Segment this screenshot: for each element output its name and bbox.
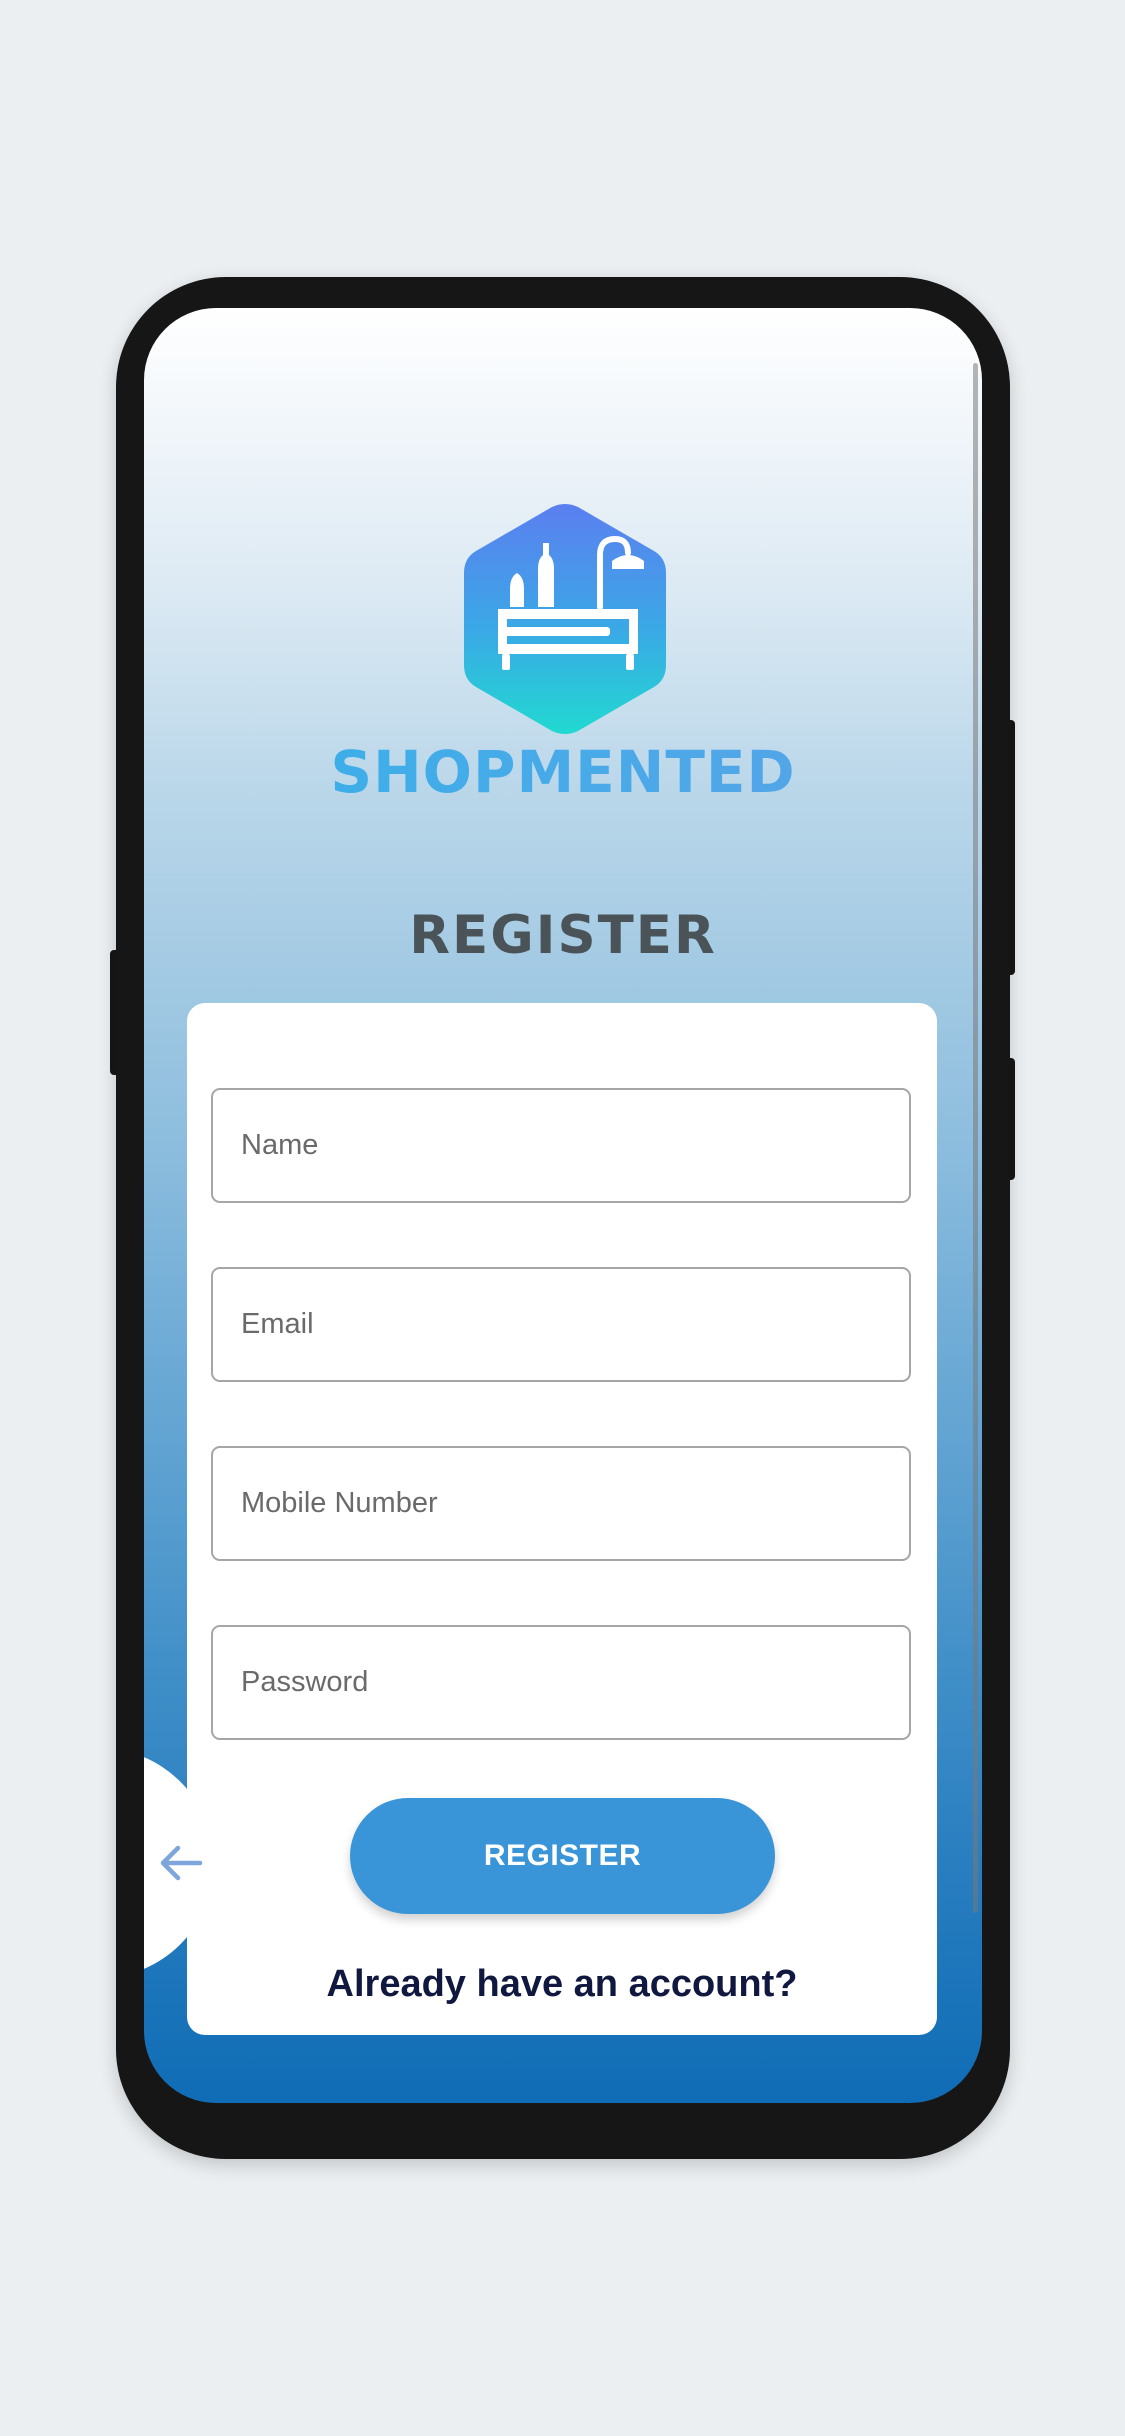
canvas: SHOPMENTED REGISTER REGISTER Already hav… — [0, 0, 1125, 2436]
register-button[interactable]: REGISTER — [350, 1798, 775, 1914]
furniture-hexagon-logo-icon — [464, 504, 666, 734]
arrow-left-icon — [160, 1845, 203, 1881]
login-link[interactable]: Already have an account? — [187, 1963, 937, 2006]
email-input[interactable] — [239, 1307, 909, 1342]
email-field[interactable] — [211, 1267, 911, 1382]
brand-name: SHOPMENTED — [144, 738, 982, 806]
password-input[interactable] — [239, 1665, 909, 1700]
name-field[interactable] — [211, 1088, 911, 1203]
mobile-number-field[interactable] — [211, 1446, 911, 1561]
name-input[interactable] — [239, 1128, 909, 1163]
scrollbar[interactable] — [973, 363, 978, 1913]
app-screen: SHOPMENTED REGISTER REGISTER Already hav… — [144, 308, 982, 2103]
mobile-number-input[interactable] — [239, 1486, 909, 1521]
password-field[interactable] — [211, 1625, 911, 1740]
register-form-card: REGISTER Already have an account? — [187, 1003, 937, 2035]
page-title: REGISTER — [409, 905, 717, 966]
